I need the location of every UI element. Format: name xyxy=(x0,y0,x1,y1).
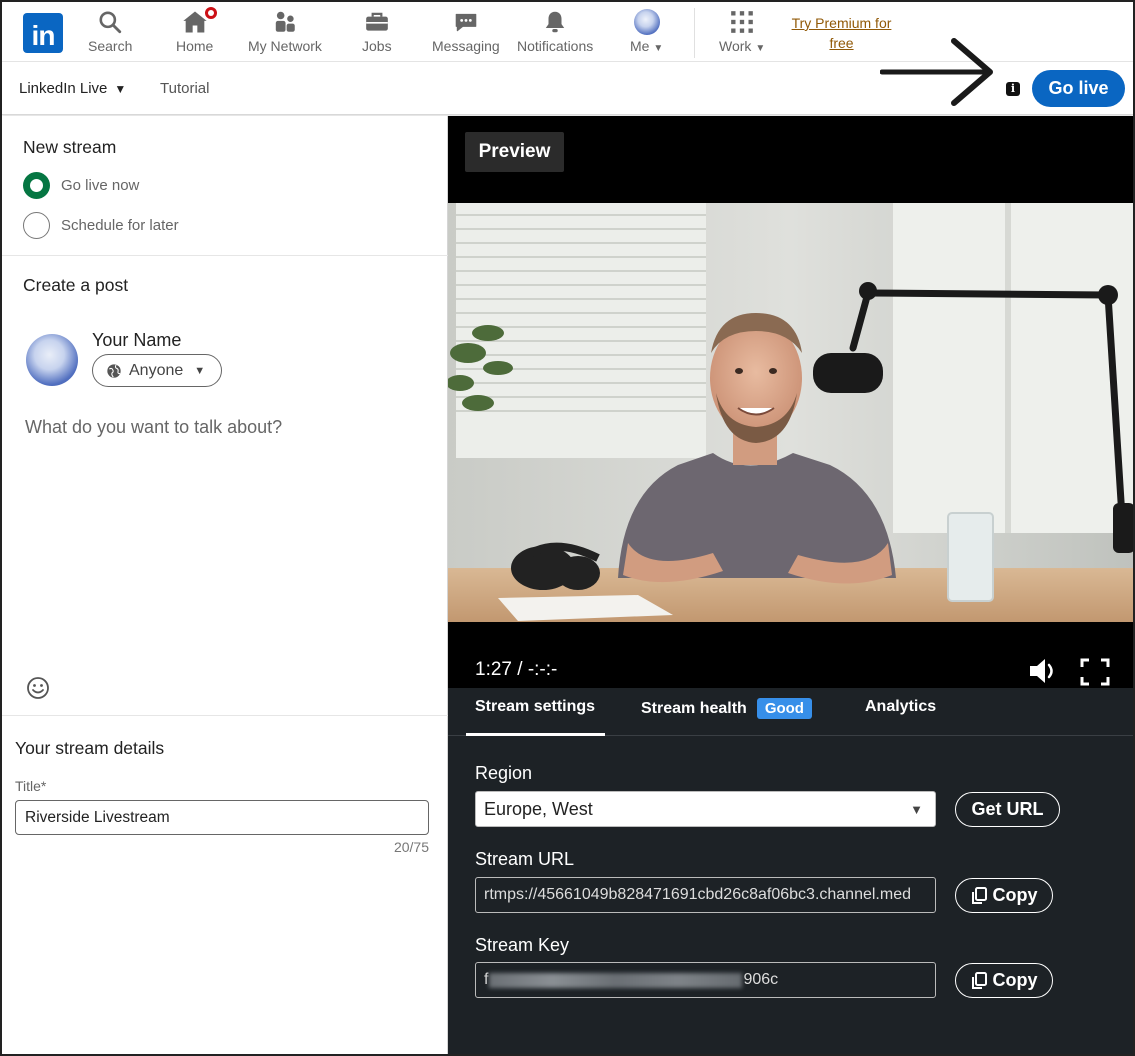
redacted-key-blur xyxy=(489,972,743,988)
tab-stream-health[interactable]: Stream health Good xyxy=(641,698,812,719)
search-icon xyxy=(97,8,123,36)
copy-key-label: Copy xyxy=(992,970,1038,990)
region-label: Region xyxy=(475,763,533,783)
stream-details-heading: Your stream details xyxy=(15,738,165,758)
title-field-label: Title* xyxy=(15,778,47,794)
tab-analytics[interactable]: Analytics xyxy=(865,698,936,716)
stream-key-label: Stream Key xyxy=(475,935,570,955)
notification-badge xyxy=(202,5,219,21)
preview-label: Preview xyxy=(465,132,564,172)
nav-messaging[interactable]: Messaging xyxy=(432,8,500,58)
divider xyxy=(2,255,448,256)
nav-me[interactable]: Me ▼ xyxy=(630,8,663,58)
linkedin-logo[interactable]: in xyxy=(23,13,63,53)
chevron-down-icon: ▼ xyxy=(653,43,664,54)
stream-key-suffix: 906c xyxy=(743,971,779,988)
title-input[interactable]: Riverside Livestream xyxy=(15,800,429,835)
radio-unselected-icon[interactable] xyxy=(23,212,50,239)
stream-settings-panel: Region Europe, West ▼ Get URL Stream URL… xyxy=(448,736,1133,1054)
video-frame-image xyxy=(448,203,1133,622)
bell-icon xyxy=(541,8,569,36)
pointer-arrow-icon xyxy=(880,38,993,106)
region-select[interactable]: Europe, West ▼ xyxy=(475,791,936,827)
nav-notifications[interactable]: Notifications xyxy=(517,8,593,58)
emoji-icon[interactable] xyxy=(26,676,50,705)
character-counter: 20/75 xyxy=(393,839,429,855)
caret-down-icon: ▼ xyxy=(114,81,127,96)
copy-url-label: Copy xyxy=(992,885,1038,905)
nav-jobs[interactable]: Jobs xyxy=(362,8,392,58)
schedule-later-option[interactable]: Schedule for later xyxy=(23,212,179,239)
stream-url-field[interactable]: rtmps://45661049b828471691cbd26c8af06bc3… xyxy=(475,877,936,913)
linkedin-live-label: LinkedIn Live xyxy=(19,80,108,97)
caret-down-icon: ▼ xyxy=(910,801,923,817)
create-post-heading: Create a post xyxy=(23,275,129,295)
nav-home[interactable]: Home xyxy=(176,5,219,58)
nav-messaging-label: Messaging xyxy=(432,38,500,54)
stream-setup-panel: New stream Go live now Schedule for late… xyxy=(2,116,448,1054)
go-live-now-label: Go live now xyxy=(61,177,140,194)
author-name: Your Name xyxy=(92,330,182,350)
briefcase-icon xyxy=(363,8,391,36)
get-url-button[interactable]: Get URL xyxy=(955,792,1060,827)
go-live-button[interactable]: Go live xyxy=(1032,70,1125,107)
nav-my-network-label: My Network xyxy=(248,38,322,54)
message-icon xyxy=(452,8,480,36)
video-preview[interactable] xyxy=(448,203,1133,622)
copy-icon xyxy=(971,971,987,989)
info-icon[interactable]: i xyxy=(1006,82,1020,96)
audience-label: Anyone xyxy=(129,361,184,379)
home-icon xyxy=(180,5,219,36)
divider xyxy=(2,715,448,716)
copy-url-button[interactable]: Copy xyxy=(955,878,1053,913)
stream-url-label: Stream URL xyxy=(475,849,575,869)
nav-notifications-label: Notifications xyxy=(517,38,594,54)
stream-tabs: Stream settings Stream health Good Analyt… xyxy=(448,688,1133,736)
network-icon xyxy=(270,8,300,36)
nav-my-network[interactable]: My Network xyxy=(248,8,322,58)
grid-icon xyxy=(729,8,755,36)
region-value: Europe, West xyxy=(484,798,593,819)
chevron-down-icon: ▼ xyxy=(755,43,766,54)
copy-key-button[interactable]: Copy xyxy=(955,963,1053,998)
schedule-later-label: Schedule for later xyxy=(61,217,179,234)
health-status-badge: Good xyxy=(756,698,812,719)
stream-key-field[interactable]: f 906c xyxy=(475,962,936,998)
post-text-area[interactable]: What do you want to talk about? xyxy=(25,417,282,438)
fullscreen-icon[interactable] xyxy=(1080,658,1110,691)
copy-icon xyxy=(971,886,987,904)
nav-work-label: Work ▼ xyxy=(719,38,766,54)
tutorial-link[interactable]: Tutorial xyxy=(160,80,209,97)
linkedin-live-dropdown[interactable]: LinkedIn Live ▼ xyxy=(19,80,126,97)
new-stream-heading: New stream xyxy=(23,137,117,157)
caret-down-icon: ▼ xyxy=(194,364,206,377)
radio-selected-icon[interactable] xyxy=(23,172,50,199)
audience-selector[interactable]: Anyone ▼ xyxy=(92,354,222,387)
live-subbar: LinkedIn Live ▼ Tutorial i Go live xyxy=(2,38,1133,115)
nav-jobs-label: Jobs xyxy=(362,38,392,54)
preview-panel: Preview 1:27 / -:-:- Stream settings Str… xyxy=(448,116,1133,1054)
playback-time: 1:27 / -:-:- xyxy=(475,659,558,680)
tab-stream-settings[interactable]: Stream settings xyxy=(475,698,595,716)
nav-work[interactable]: Work ▼ xyxy=(719,8,765,58)
stream-health-label: Stream health xyxy=(641,700,747,717)
profile-avatar xyxy=(26,334,78,386)
volume-icon[interactable] xyxy=(1028,657,1060,690)
nav-me-label: Me ▼ xyxy=(630,38,664,54)
logo-text: in xyxy=(31,20,56,51)
nav-divider xyxy=(694,8,695,58)
nav-search[interactable]: Search xyxy=(88,8,132,58)
nav-search-label: Search xyxy=(88,38,133,54)
stream-key-prefix: f xyxy=(484,971,489,988)
globe-icon xyxy=(107,363,121,378)
go-live-now-option[interactable]: Go live now xyxy=(23,172,139,199)
avatar-icon xyxy=(633,8,660,36)
nav-home-label: Home xyxy=(176,38,214,54)
